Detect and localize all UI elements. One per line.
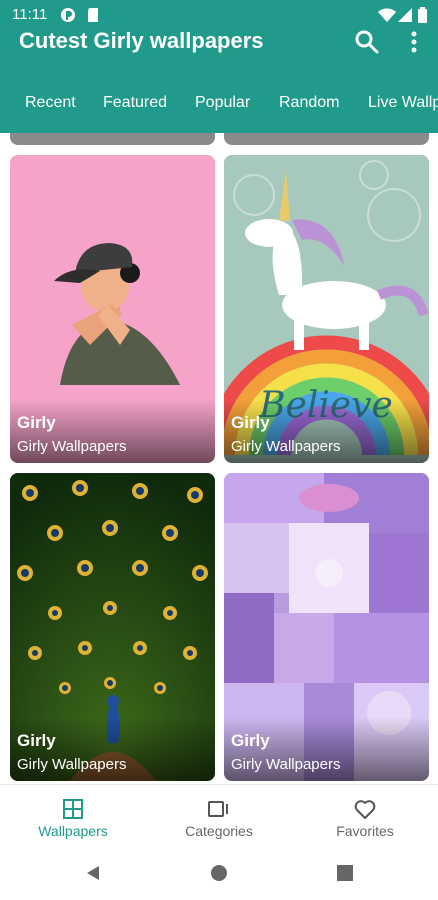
- card-title: Girly: [231, 413, 270, 432]
- app-bar: 11:11 Cutest Girly wallpapers Recent Fea…: [0, 0, 438, 133]
- card-subtitle: Girly Wallpapers: [231, 756, 341, 773]
- heart-icon: [354, 800, 376, 819]
- battery-icon: [418, 7, 427, 23]
- wallpaper-card[interactable]: Believe Girly Girly Wallpapers: [224, 155, 429, 463]
- wallpaper-card-partial[interactable]: [10, 133, 215, 145]
- tab-featured[interactable]: Featured: [103, 94, 167, 112]
- card-caption: Girly Girly Wallpapers: [10, 399, 215, 463]
- nav-wallpapers[interactable]: Wallpapers: [0, 785, 146, 847]
- app-notification-icon: [61, 8, 75, 22]
- nav-favorites[interactable]: Favorites: [292, 785, 438, 847]
- status-bar: 11:11: [0, 0, 438, 30]
- card-subtitle: Girly Wallpapers: [17, 438, 127, 455]
- recents-icon[interactable]: [337, 865, 353, 881]
- status-time: 11:11: [12, 6, 48, 23]
- wallpaper-card[interactable]: Girly Girly Wallpapers: [10, 155, 215, 463]
- nav-label: Categories: [185, 823, 253, 839]
- overflow-menu-icon[interactable]: [400, 28, 428, 56]
- tab-popular[interactable]: Popular: [195, 94, 250, 112]
- bottom-navigation: Wallpapers Categories Favorites: [0, 784, 438, 847]
- tab-random[interactable]: Random: [279, 94, 339, 112]
- card-title: Girly: [17, 731, 56, 750]
- wallpaper-card[interactable]: Girly Girly Wallpapers: [10, 473, 215, 781]
- tab-live-wallpapers[interactable]: Live Wallpapers: [368, 94, 438, 112]
- app-title: Cutest Girly wallpapers: [19, 28, 264, 53]
- wallpaper-card[interactable]: Girly Girly Wallpapers: [224, 473, 429, 781]
- card-title: Girly: [231, 731, 270, 750]
- wallpaper-card-partial[interactable]: [224, 133, 429, 145]
- tab-bar: Recent Featured Popular Random Live Wall…: [0, 88, 438, 118]
- wallpaper-grid: Girly Girly Wallpapers Belie: [0, 133, 438, 784]
- categories-icon: [208, 801, 228, 817]
- system-navigation-bar: [0, 846, 438, 900]
- nav-label: Favorites: [336, 823, 394, 839]
- card-title: Girly: [17, 413, 56, 432]
- search-icon[interactable]: [353, 28, 381, 56]
- sd-card-icon: [88, 8, 98, 22]
- nav-label: Wallpapers: [38, 823, 108, 839]
- grid-icon: [63, 799, 83, 819]
- nav-categories[interactable]: Categories: [146, 785, 292, 847]
- tab-recent[interactable]: Recent: [25, 94, 76, 112]
- card-subtitle: Girly Wallpapers: [17, 756, 127, 773]
- home-icon[interactable]: [210, 864, 228, 882]
- card-subtitle: Girly Wallpapers: [231, 438, 341, 455]
- wifi-icon: [378, 8, 396, 22]
- cell-signal-icon: [398, 8, 412, 22]
- card-caption: Girly Girly Wallpapers: [10, 717, 215, 781]
- card-caption: Girly Girly Wallpapers: [224, 399, 429, 463]
- card-caption: Girly Girly Wallpapers: [224, 717, 429, 781]
- back-icon[interactable]: [84, 864, 102, 882]
